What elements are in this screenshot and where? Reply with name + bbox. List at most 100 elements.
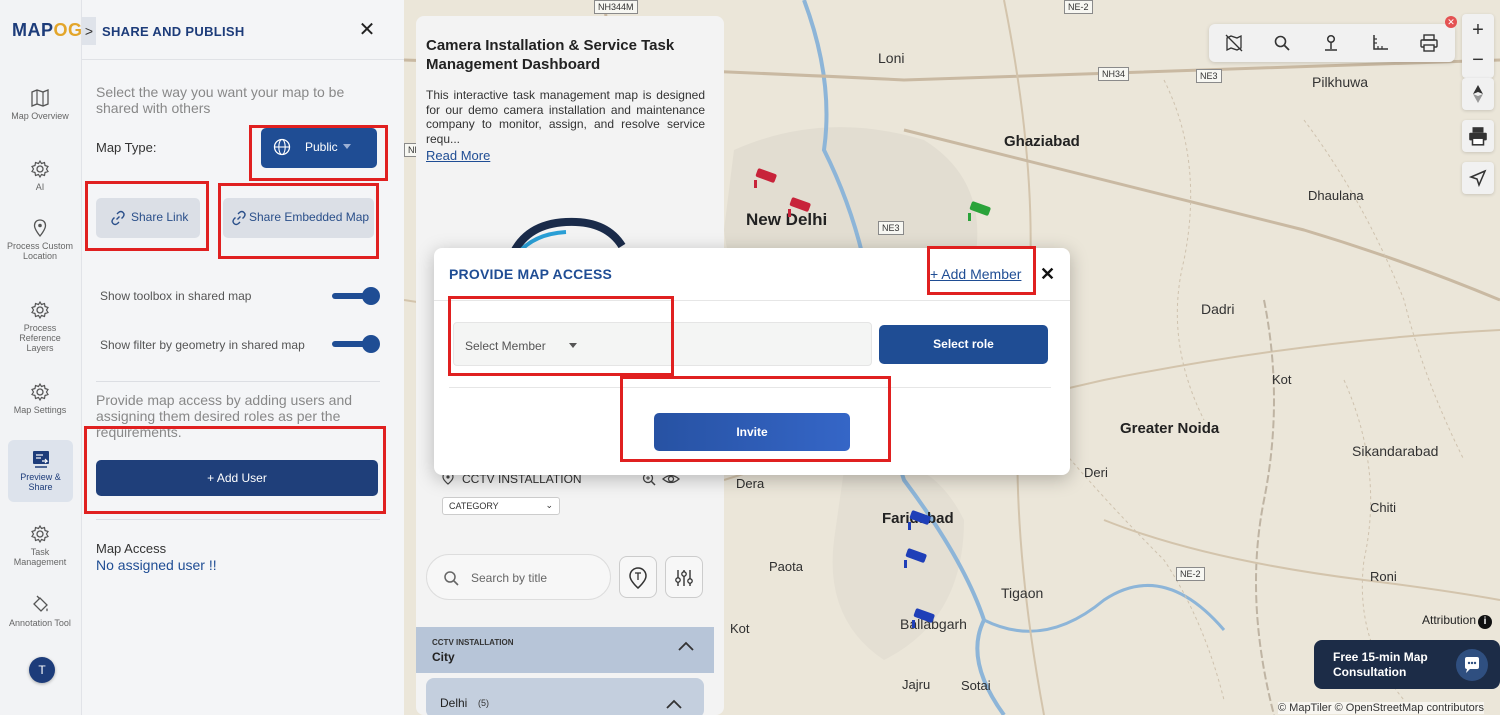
cctv-marker-green[interactable]: [966, 201, 996, 223]
annotation-box: [218, 183, 379, 259]
location-pin-icon: [33, 219, 47, 238]
gear-icon: [31, 159, 49, 179]
app-root: Loni Ghaziabad Pilkhuwa New Delhi Dhaula…: [0, 0, 1500, 715]
annotation-box: [927, 246, 1036, 295]
cctv-marker-blue[interactable]: [906, 510, 936, 532]
consultation-banner[interactable]: Free 15-min Map Consultation: [1314, 640, 1500, 689]
chat-icon[interactable]: [1456, 649, 1488, 681]
rail-item-map-settings[interactable]: Map Settings: [6, 382, 74, 415]
group-header[interactable]: CCTV INSTALLATION City: [416, 627, 714, 673]
rail-item-process-reference-layers[interactable]: Process Reference Layers: [6, 300, 74, 353]
consult-line-1: Free 15-min Map: [1333, 650, 1428, 664]
map-place-label: Roni: [1370, 569, 1397, 584]
cctv-marker-blue[interactable]: [902, 548, 932, 570]
rail-item-map-overview[interactable]: Map Overview: [6, 88, 74, 121]
rail-item-label: Process Custom Location: [6, 241, 74, 261]
rail-item-label: Process Reference Layers: [19, 323, 61, 353]
gear-icon: [31, 382, 49, 402]
search-icon: [444, 571, 459, 586]
annotation-box: [448, 296, 674, 376]
road-shield: NE-2: [1064, 0, 1093, 14]
location-filter-icon: [629, 567, 647, 589]
rail-item-ai[interactable]: AI: [6, 159, 74, 192]
map-place-label: Sikandarabad: [1352, 443, 1439, 459]
zoom-controls: + −: [1462, 14, 1494, 78]
map-place-label: Sotai: [961, 678, 991, 693]
rail-item-label: Task Management: [13, 547, 67, 567]
print-icon: [1469, 127, 1487, 146]
toolbar-close-badge[interactable]: ✕: [1445, 16, 1457, 28]
subgroup-count: (5): [478, 698, 489, 708]
compass-icon: [1473, 85, 1483, 103]
share-panel: > SHARE AND PUBLISH ✕ Select the way you…: [82, 0, 404, 715]
annotation-box: [249, 125, 388, 181]
group-type-label: CCTV INSTALLATION: [432, 638, 514, 647]
map-copyright: © MapTiler © OpenStreetMap contributors: [1278, 702, 1484, 714]
close-modal-button[interactable]: ✕: [1040, 264, 1055, 285]
logo-text: MAP: [12, 20, 54, 40]
road-shield: NH344M: [594, 0, 638, 14]
collapse-panel-button[interactable]: >: [82, 17, 96, 45]
share-icon: [32, 451, 49, 468]
toggle-filter-switch[interactable]: [332, 335, 380, 353]
search-input[interactable]: Search by title: [426, 554, 611, 600]
cctv-marker-red[interactable]: [786, 197, 816, 219]
icon-rail: MAPOG Map Overview AI Process Custom Loc…: [0, 0, 82, 715]
print-map-button[interactable]: [1462, 120, 1494, 152]
modal-title: PROVIDE MAP ACCESS: [449, 266, 613, 282]
pin-person-icon[interactable]: [1321, 33, 1341, 53]
chevron-up-icon: [666, 699, 682, 709]
search-icon[interactable]: [1272, 33, 1292, 53]
cctv-marker-blue[interactable]: [910, 608, 940, 630]
app-logo: MAPOG: [12, 20, 83, 41]
close-panel-button[interactable]: ✕: [356, 19, 378, 41]
category-select[interactable]: CATEGORY ⌄: [442, 497, 560, 515]
avatar[interactable]: T: [29, 657, 55, 683]
panel-title: SHARE AND PUBLISH: [102, 24, 245, 39]
rail-item-annotation-tool[interactable]: Annotation Tool: [6, 595, 74, 628]
compass-button[interactable]: [1462, 78, 1494, 110]
rail-item-task-management[interactable]: Task Management: [6, 524, 74, 567]
rail-item-process-custom-location[interactable]: Process Custom Location: [6, 218, 74, 261]
road-shield: NE3: [1196, 69, 1222, 83]
annotation-box: [84, 426, 386, 514]
attribution-button[interactable]: Attribution i: [1422, 613, 1493, 629]
chevron-down-icon: ⌄: [545, 500, 553, 510]
read-more-link[interactable]: Read More: [426, 148, 490, 163]
attribution-label: Attribution: [1422, 613, 1477, 627]
toggle-toolbox-label: Show toolbox in shared map: [100, 289, 252, 303]
toggle-toolbox-switch[interactable]: [332, 287, 380, 305]
map-place-label: Kot: [1272, 372, 1292, 387]
divider: [96, 381, 380, 382]
zoom-in-button[interactable]: +: [1462, 14, 1494, 46]
sliders-icon: [675, 570, 693, 586]
cctv-marker-red[interactable]: [752, 168, 782, 190]
panel-header: > SHARE AND PUBLISH ✕: [82, 0, 404, 60]
search-placeholder: Search by title: [471, 571, 548, 585]
map-type-label: Map Type:: [96, 140, 157, 155]
map-place-label: Pilkhuwa: [1312, 74, 1369, 90]
measure-icon[interactable]: [1370, 33, 1390, 53]
gear-icon: [31, 524, 49, 544]
rail-item-preview-share[interactable]: Preview & Share: [8, 440, 73, 502]
rail-item-label: Map Settings: [13, 405, 67, 415]
map-place-label: Deri: [1084, 465, 1108, 480]
filter-location-button[interactable]: [619, 556, 657, 598]
paint-bucket-icon: [33, 595, 48, 612]
road-shield: NE3: [878, 221, 904, 235]
map-place-label: Loni: [878, 50, 905, 66]
map-place-label: Paota: [769, 559, 803, 574]
map-off-icon[interactable]: [1224, 33, 1244, 53]
share-intro-text: Select the way you want your map to be s…: [96, 84, 345, 116]
select-role-button[interactable]: Select role: [879, 325, 1048, 364]
dashboard-description: This interactive task management map is …: [426, 88, 705, 146]
map-place-label: Dhaulana: [1308, 188, 1364, 203]
zoom-out-button[interactable]: −: [1462, 46, 1494, 78]
road-shield: NH34: [1098, 67, 1130, 81]
rail-item-label: Map Overview: [11, 111, 69, 121]
locate-button[interactable]: [1462, 162, 1494, 194]
subgroup-row[interactable]: Delhi (5): [426, 678, 704, 715]
print-icon[interactable]: [1419, 33, 1439, 53]
filter-settings-button[interactable]: [665, 556, 703, 598]
map-place-label: Greater Noida: [1120, 420, 1220, 437]
